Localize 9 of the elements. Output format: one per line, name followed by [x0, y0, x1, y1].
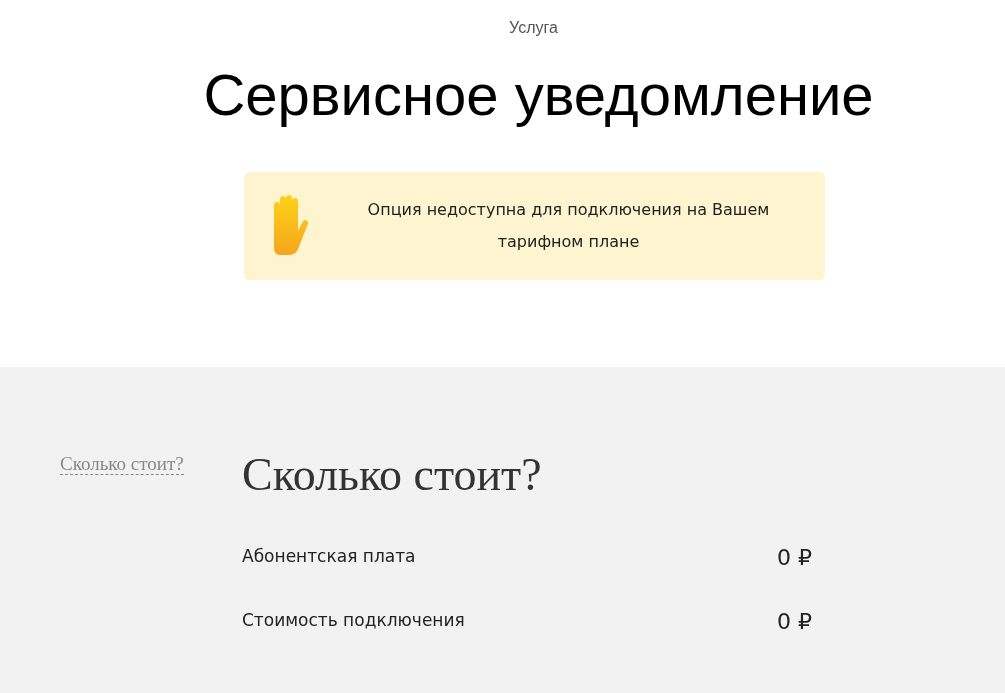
price-label: Абонентская плата [242, 545, 416, 569]
price-label: Стоимость подключения [242, 609, 465, 633]
section-title: Сколько стоит? [242, 450, 543, 500]
page-title: Сервисное уведомление [203, 61, 874, 129]
price-value: 0 ₽ [777, 607, 812, 636]
category-label: Услуга [509, 18, 558, 38]
notice-text: Опция недоступна для подключения на Вашем тарифном плане [366, 199, 771, 253]
section-nav-link[interactable]: Сколько стоит? [60, 453, 184, 475]
price-value: 0 ₽ [777, 543, 812, 572]
